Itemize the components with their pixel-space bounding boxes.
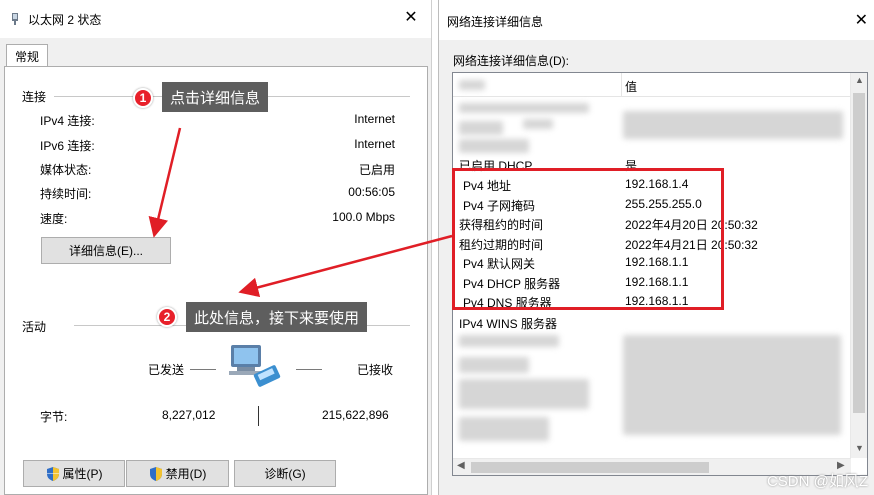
redacted-row	[459, 379, 589, 409]
redacted-row	[459, 139, 529, 153]
list-item-property: IPv4 WINS 服务器	[459, 317, 558, 331]
bytes-received-value: 215,622,896	[322, 408, 389, 422]
speed-label: 速度:	[40, 212, 68, 226]
step-2-tooltip: 此处信息，接下来要使用	[186, 302, 368, 332]
redacted-row	[459, 335, 559, 347]
bytes-label: 字节:	[40, 410, 68, 424]
diagnose-button[interactable]: 诊断(G)	[234, 460, 336, 487]
redacted-value	[623, 111, 843, 139]
received-line	[296, 369, 322, 370]
uac-shield-icon	[46, 466, 59, 481]
details-window-titlebar[interactable]: 网络连接详细信息 ✕	[439, 0, 874, 40]
vertical-scroll-thumb[interactable]	[853, 93, 865, 413]
redacted-header	[459, 80, 485, 90]
ipv4-connection-label: IPv4 连接:	[40, 114, 95, 128]
status-window: 以太网 2 状态 ✕ 常规 连接 IPv4 连接: Internet IPv6 …	[0, 0, 432, 495]
duration-label: 持续时间:	[40, 187, 92, 201]
list-header: 值	[453, 73, 851, 97]
speed-value: 100.0 Mbps	[332, 210, 395, 224]
close-icon[interactable]: ✕	[403, 10, 419, 26]
network-computers-icon	[229, 345, 281, 387]
duration-value: 00:56:05	[348, 185, 395, 199]
ipv6-connection-label: IPv6 连接:	[40, 139, 95, 153]
general-tab-page	[4, 66, 428, 495]
uac-shield-icon	[149, 466, 162, 481]
vertical-scrollbar[interactable]: ▲ ▼	[850, 73, 867, 458]
sent-line	[190, 369, 216, 370]
scroll-down-icon[interactable]: ▼	[851, 443, 868, 453]
bytes-sent-value: 8,227,012	[162, 408, 216, 422]
activity-group-label: 活动	[22, 318, 51, 335]
media-state-label: 媒体状态:	[40, 163, 92, 177]
horizontal-scroll-thumb[interactable]	[471, 462, 709, 473]
column-header-value[interactable]: 值	[625, 78, 637, 95]
scroll-left-icon[interactable]: ◀	[457, 460, 465, 471]
redacted-row	[459, 357, 529, 373]
redacted-value	[623, 335, 841, 435]
close-icon[interactable]: ✕	[855, 10, 868, 30]
redacted-row	[459, 121, 503, 135]
details-window-title: 网络连接详细信息	[447, 15, 544, 29]
network-adapter-icon	[12, 13, 18, 25]
redacted-row	[523, 119, 553, 129]
highlight-box	[452, 168, 724, 310]
ipv6-connection-value: Internet	[354, 137, 395, 151]
properties-button[interactable]: 属性(P)	[23, 460, 125, 487]
connection-group-label: 连接	[22, 88, 51, 105]
received-label: 已接收	[357, 363, 394, 377]
disable-button[interactable]: 禁用(D)	[126, 460, 229, 487]
scroll-up-icon[interactable]: ▲	[851, 75, 868, 85]
details-caption: 网络连接详细信息(D):	[453, 54, 569, 68]
media-state-value: 已启用	[358, 163, 395, 177]
tab-strip: 常规	[0, 38, 431, 67]
sent-label: 已发送	[148, 363, 185, 377]
disable-button-label: 禁用(D)	[165, 467, 207, 481]
details-button[interactable]: 详细信息(E)...	[41, 237, 171, 264]
step-2-badge: 2	[157, 307, 177, 327]
status-window-titlebar[interactable]: 以太网 2 状态 ✕	[0, 0, 431, 38]
window-title: 以太网 2 状态	[28, 12, 102, 27]
column-divider[interactable]	[621, 73, 622, 97]
step-1-tooltip: 点击详细信息	[162, 82, 269, 112]
bytes-separator	[258, 406, 259, 426]
tab-general[interactable]: 常规	[6, 44, 49, 67]
ipv4-connection-value: Internet	[354, 112, 395, 126]
redacted-row	[459, 417, 549, 441]
properties-button-label: 属性(P)	[62, 467, 103, 481]
redacted-row	[459, 103, 589, 113]
step-1-badge: 1	[133, 88, 153, 108]
watermark: CSDN @如风Z	[766, 473, 868, 490]
